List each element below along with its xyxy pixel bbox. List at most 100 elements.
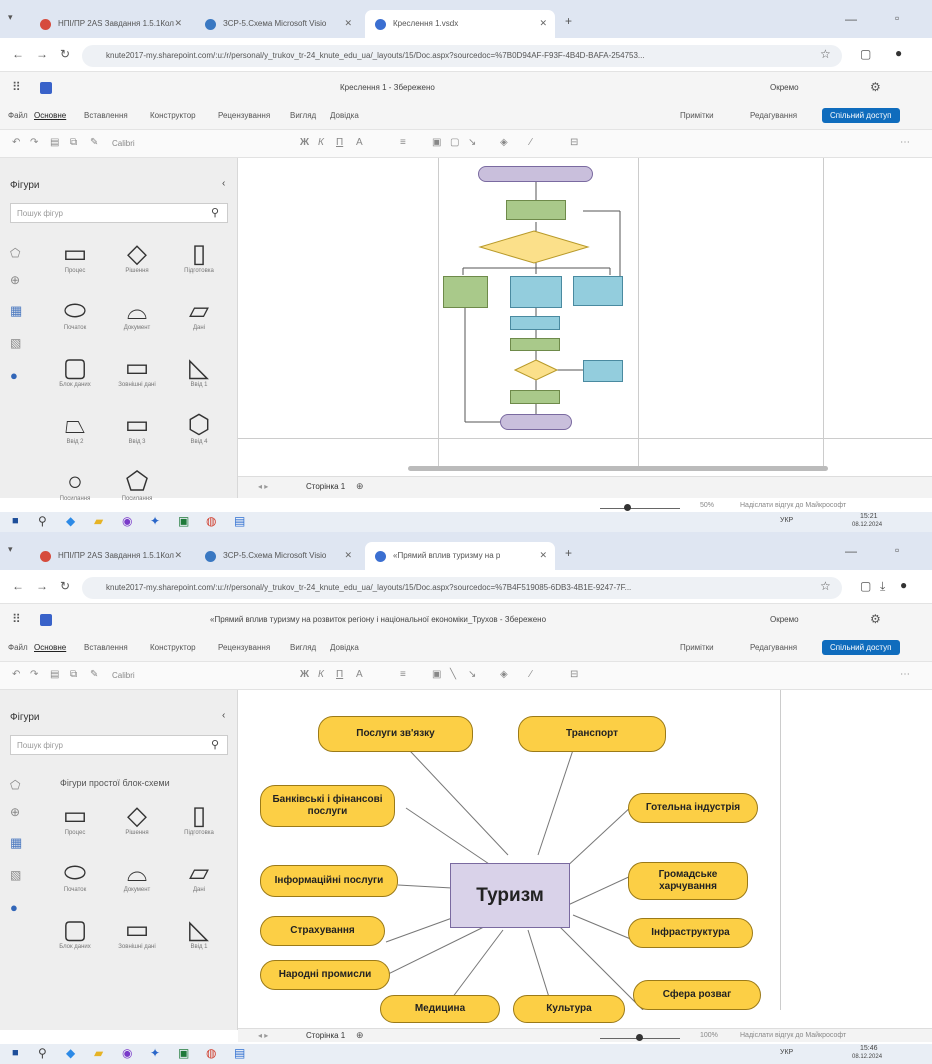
menu-file[interactable]: Файл [8,111,28,120]
shape-tile[interactable]: ◺ Ввід 1 [172,914,226,950]
flow-process[interactable] [510,390,560,404]
maximize-icon[interactable]: ▫ [895,11,899,25]
back-icon[interactable]: ← [12,47,24,61]
menu-insert[interactable]: Вставлення [84,643,128,652]
underline-icon[interactable]: П [336,137,343,148]
close-tab-icon[interactable]: ✕ [174,18,182,29]
font-name-select[interactable]: Calibri [112,671,135,680]
textbox-icon[interactable]: ▣ [432,669,441,680]
flowchart-icon[interactable]: ▧ [10,868,21,882]
widgets-icon[interactable]: ◆ [66,514,75,528]
basic-shapes-icon[interactable]: ▦ [10,303,22,319]
shapes-category-icon[interactable]: ⬠ [10,778,20,792]
redo-icon[interactable]: ↷ [30,669,38,680]
app-launcher-icon[interactable]: ⠿ [12,612,21,626]
menu-file[interactable]: Файл [8,643,28,652]
copy-icon[interactable]: ⧉ [70,669,77,680]
zoom-level[interactable]: 100% [700,1032,718,1039]
menu-home[interactable]: Основне [34,643,66,652]
shape-tile[interactable]: ▭ Ввід 3 [110,409,164,445]
add-stencil-icon[interactable]: ● [10,900,18,915]
editing-mode-button[interactable]: Редагування [750,111,797,120]
download-icon[interactable]: ⤓ [880,579,885,594]
browser-tab[interactable]: НПІ/ПР 2AS Завдання 1.5.1Кол ✕ [30,10,190,38]
line-tool-icon[interactable]: ╲ [450,669,456,680]
add-page-icon[interactable]: ⊕ [356,481,364,492]
collections-icon[interactable]: ▢ [860,579,871,593]
coauthor-status[interactable]: Окремо [770,83,799,92]
sheet-tab[interactable]: Сторінка 1 [306,1031,345,1040]
flow-decision[interactable] [478,230,590,264]
profile-icon[interactable]: ● [900,578,907,592]
flow-process[interactable] [583,360,623,382]
visio-taskbar-icon[interactable]: ▤ [234,514,245,528]
menu-review[interactable]: Рецензування [218,643,270,652]
shape-tile[interactable]: ◇ Рішення [110,800,164,836]
browser-tab[interactable]: ЗСР-5.Схема Microsoft Visio ✕ [195,542,360,570]
close-tab-icon[interactable]: ✕ [174,550,182,561]
close-tab-icon[interactable]: ✕ [539,550,547,561]
shape-tile[interactable]: ⌓ Документ [110,857,164,893]
reload-icon[interactable]: ↻ [60,47,70,61]
app-launcher-icon[interactable]: ⠿ [12,80,21,94]
shapes-category-icon[interactable]: ⬠ [10,246,20,260]
share-button[interactable]: Спільний доступ [822,640,900,655]
bold-icon[interactable]: Ж [300,137,309,148]
align-icon[interactable]: ≡ [400,669,406,680]
shape-tile[interactable]: ▭ Зовнішні дані [110,352,164,388]
file-explorer-icon[interactable]: ▰ [94,1046,103,1060]
mindmap-node[interactable]: Медицина [380,995,500,1023]
flow-process[interactable] [510,338,560,351]
clipboard-icon[interactable]: ▤ [50,669,59,680]
horizontal-scrollbar[interactable] [408,466,828,471]
zoom-level[interactable]: 50% [700,502,714,509]
new-tab-icon[interactable]: + [565,14,572,28]
connector-icon[interactable]: ↘ [468,137,476,148]
menu-review[interactable]: Рецензування [218,111,270,120]
mindmap-node[interactable]: Транспорт [518,716,666,752]
shape-tile[interactable]: ▱ Дані [172,295,226,331]
mindmap-center-node[interactable]: Туризм [450,863,570,928]
mindmap-node[interactable]: Готельна індустрія [628,793,758,823]
page-nav-icon[interactable]: ◂ ▸ [258,482,268,491]
textbox-icon[interactable]: ▣ [432,137,441,148]
browser-tab-active[interactable]: Креслення 1.vsdx ✕ [365,10,555,38]
close-tab-icon[interactable]: ✕ [344,18,352,29]
widgets-icon[interactable]: ◆ [66,1046,75,1060]
zoom-slider-track[interactable] [600,508,680,509]
shape-tile[interactable]: ▱ Дані [172,857,226,893]
connector-icon[interactable]: ↘ [468,669,476,680]
italic-icon[interactable]: К [318,669,324,680]
url-field[interactable]: knute2017-my.sharepoint.com/:u:/r/person… [82,577,842,599]
comments-button[interactable]: Примітки [680,111,714,120]
font-name-select[interactable]: Calibri [112,139,135,148]
browser-tab[interactable]: ЗСР-5.Схема Microsoft Visio ✕ [195,10,360,38]
arrange-icon[interactable]: ⊟ [570,669,578,680]
mindmap-node[interactable]: Інформаційні послуги [260,865,398,897]
shape-tile[interactable]: ⬡ Ввід 4 [172,409,226,445]
share-button[interactable]: Спільний доступ [822,108,900,123]
line-icon[interactable]: ∕ [530,137,532,148]
app-icon[interactable]: ▣ [178,1046,189,1060]
tab-menu-icon[interactable]: ▾ [8,544,13,555]
shape-tile[interactable]: ⬭ Початок [48,295,102,331]
document-title[interactable]: «Прямий вплив туризму на розвиток регіон… [210,615,546,624]
menu-home[interactable]: Основне [34,111,66,120]
reload-icon[interactable]: ↻ [60,579,70,593]
flow-process[interactable] [506,200,566,220]
more-icon[interactable]: ⋯ [900,137,910,148]
search-taskbar-icon[interactable]: ⚲ [38,514,47,528]
menu-view[interactable]: Вигляд [290,111,316,120]
shape-tile[interactable]: ⬭ Початок [48,857,102,893]
app-icon[interactable]: ◉ [122,1046,132,1060]
profile-icon[interactable]: ● [895,46,902,60]
menu-help[interactable]: Довідка [330,643,359,652]
arrange-icon[interactable]: ⊟ [570,137,578,148]
fill-icon[interactable]: ◈ [500,137,508,148]
minimize-icon[interactable]: — [845,544,857,558]
fill-icon[interactable]: ◈ [500,669,508,680]
flow-process[interactable] [573,276,623,306]
new-tab-icon[interactable]: + [565,546,572,560]
mindmap-node[interactable]: Сфера розваг [633,980,761,1010]
shape-search-input[interactable]: Пошук фігур ⚲ [10,203,228,223]
